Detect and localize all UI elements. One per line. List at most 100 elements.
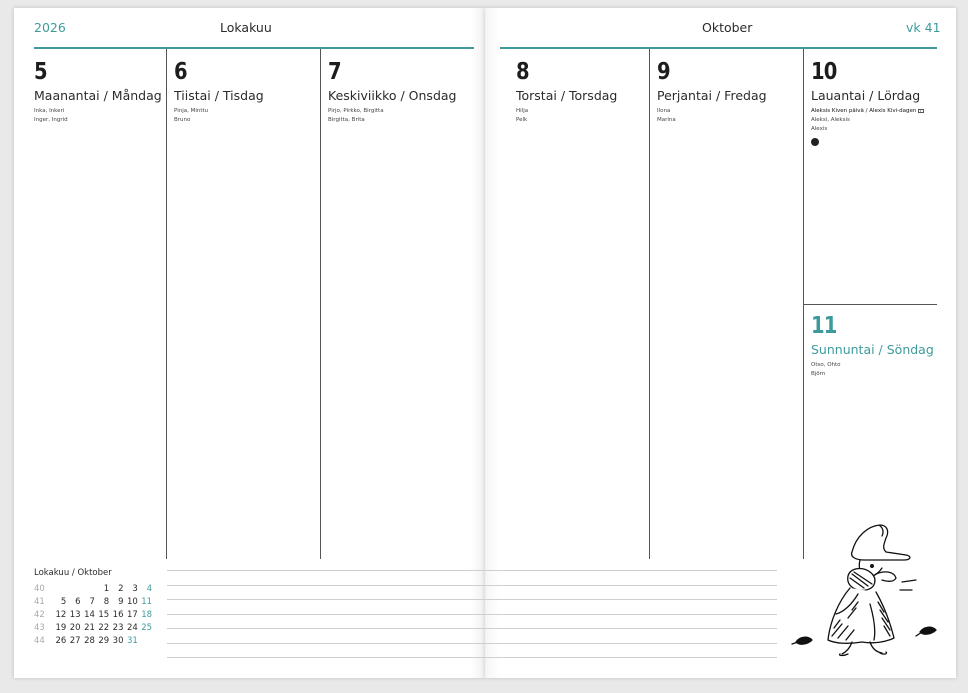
week-number: 42: [34, 609, 45, 620]
snufkin-illustration-icon: [791, 524, 937, 657]
date-cell[interactable]: 16: [111, 608, 125, 621]
notes-line[interactable]: [167, 570, 777, 571]
day-name: Lauantai / Lördag: [811, 88, 921, 103]
date-cell[interactable]: 10: [125, 595, 139, 608]
name-day-sv: Marina: [657, 117, 676, 123]
date-cell[interactable]: 30: [111, 634, 125, 647]
day-cell-sunday[interactable]: 11 Sunnuntai / Söndag Otso, Ohto Björn: [811, 314, 934, 379]
table-row: 40 1 2 3 4: [34, 582, 154, 595]
day-name: Sunnuntai / Söndag: [811, 342, 934, 357]
date-cell[interactable]: 3: [125, 582, 139, 595]
day-number: 8: [516, 59, 530, 85]
date-cell[interactable]: 9: [111, 595, 125, 608]
day-name: Keskiviikko / Onsdag: [328, 88, 457, 103]
table-row: 44 26 27 28 29 30 31: [34, 634, 154, 647]
notes-line[interactable]: [167, 585, 777, 586]
date-cell[interactable]: 15: [97, 608, 111, 621]
notes-line[interactable]: [167, 599, 777, 600]
day-name: Maanantai / Måndag: [34, 88, 162, 103]
table-row: 43 19 20 21 22 23 24 25: [34, 621, 154, 634]
column-divider: [649, 49, 650, 559]
date-cell[interactable]: 14: [83, 608, 97, 621]
week-number: 41: [34, 596, 45, 607]
day-number: 7: [328, 59, 342, 85]
name-day-fi: Aleksi, Aleksis: [811, 117, 850, 123]
name-day-fi: Pinja, Minttu: [174, 108, 209, 114]
month-fi-label: Lokakuu: [220, 20, 272, 35]
notes-line[interactable]: [167, 628, 777, 629]
day-number: 11: [811, 313, 837, 339]
day-cell-wednesday[interactable]: 7 Keskiviikko / Onsdag Pirjo, Pirkko, Bi…: [328, 60, 456, 125]
name-day-fi: Pirjo, Pirkko, Birgitta: [328, 108, 384, 114]
day-cell-thursday[interactable]: 8 Torstai / Torsdag Hilja Pelk: [516, 60, 617, 125]
date-cell[interactable]: 28: [83, 634, 97, 647]
name-day-fi: Hilja: [516, 108, 529, 114]
day-number: 10: [811, 59, 837, 85]
date-cell[interactable]: [54, 582, 68, 595]
column-divider: [166, 49, 167, 559]
date-cell[interactable]: 26: [54, 634, 68, 647]
date-cell[interactable]: 13: [68, 608, 82, 621]
date-cell[interactable]: 8: [97, 595, 111, 608]
day-number: 6: [174, 59, 188, 85]
name-day-sv: Inger, Ingrid: [34, 117, 68, 123]
day-name: Perjantai / Fredag: [657, 88, 767, 103]
name-day-sv: Björn: [811, 371, 826, 377]
column-divider: [320, 49, 321, 559]
date-cell[interactable]: 29: [97, 634, 111, 647]
date-cell[interactable]: 2: [111, 582, 125, 595]
mini-calendar-grid: 40 1 2 3 4 41 5 6 7 8 9 10 11 42 12 13 1…: [34, 582, 154, 647]
day-cell-friday[interactable]: 9 Perjantai / Fredag Ilona Marina: [657, 60, 767, 125]
date-cell[interactable]: 27: [68, 634, 82, 647]
flag-icon: [918, 108, 925, 113]
date-cell-sunday[interactable]: 31: [125, 634, 139, 647]
day-cell-saturday[interactable]: 10 Lauantai / Lördag Aleksis Kiven päivä…: [811, 59, 925, 146]
date-cell[interactable]: 20: [68, 621, 82, 634]
week-number: 40: [34, 583, 45, 594]
date-cell-sunday[interactable]: 18: [140, 608, 154, 621]
notes-line[interactable]: [167, 614, 777, 615]
date-cell[interactable]: 23: [111, 621, 125, 634]
day-name: Tiistai / Tisdag: [174, 88, 264, 103]
day-number: 5: [34, 59, 48, 85]
name-day-fi: Otso, Ohto: [811, 362, 841, 368]
date-cell[interactable]: 12: [54, 608, 68, 621]
table-row: 41 5 6 7 8 9 10 11: [34, 595, 154, 608]
year-label: 2026: [34, 20, 66, 35]
week-number: 44: [34, 635, 45, 646]
day-cell-monday[interactable]: 5 Maanantai / Måndag Inka, Inkeri Inger,…: [34, 60, 162, 125]
weekend-divider: [803, 304, 937, 305]
week-label: vk 41: [906, 20, 941, 35]
date-cell[interactable]: 24: [125, 621, 139, 634]
date-cell[interactable]: 6: [68, 595, 82, 608]
date-cell[interactable]: [140, 634, 154, 647]
name-day-sv: Birgitta, Brita: [328, 117, 365, 123]
flag-day-dot-icon: [811, 138, 819, 146]
notes-line[interactable]: [167, 643, 777, 644]
date-cell[interactable]: 22: [97, 621, 111, 634]
date-cell[interactable]: 7: [83, 595, 97, 608]
header-rule-left: [34, 47, 474, 49]
date-cell[interactable]: 17: [125, 608, 139, 621]
date-cell[interactable]: [83, 582, 97, 595]
notes-line[interactable]: [167, 657, 777, 658]
mini-calendar-title: Lokakuu / Oktober: [34, 568, 112, 578]
date-cell[interactable]: 21: [83, 621, 97, 634]
day-number: 9: [657, 59, 671, 85]
date-cell-sunday[interactable]: 25: [140, 621, 154, 634]
date-cell[interactable]: 5: [54, 595, 68, 608]
week-number: 43: [34, 622, 45, 633]
date-cell[interactable]: 1: [97, 582, 111, 595]
name-day-fi: Inka, Inkeri: [34, 108, 65, 114]
name-day-fi: Ilona: [657, 108, 671, 114]
date-cell[interactable]: [68, 582, 82, 595]
date-cell-sunday[interactable]: 4: [140, 582, 154, 595]
header-rule-right: [500, 47, 937, 49]
day-cell-tuesday[interactable]: 6 Tiistai / Tisdag Pinja, Minttu Bruno: [174, 60, 264, 125]
mini-calendar: Lokakuu / Oktober 40 1 2 3 4 41 5 6 7 8 …: [34, 568, 154, 647]
day-name: Torstai / Torsdag: [516, 88, 618, 103]
name-day-sv: Bruno: [174, 117, 191, 123]
date-cell[interactable]: 19: [54, 621, 68, 634]
table-row: 42 12 13 14 15 16 17 18: [34, 608, 154, 621]
date-cell-sunday[interactable]: 11: [140, 595, 154, 608]
